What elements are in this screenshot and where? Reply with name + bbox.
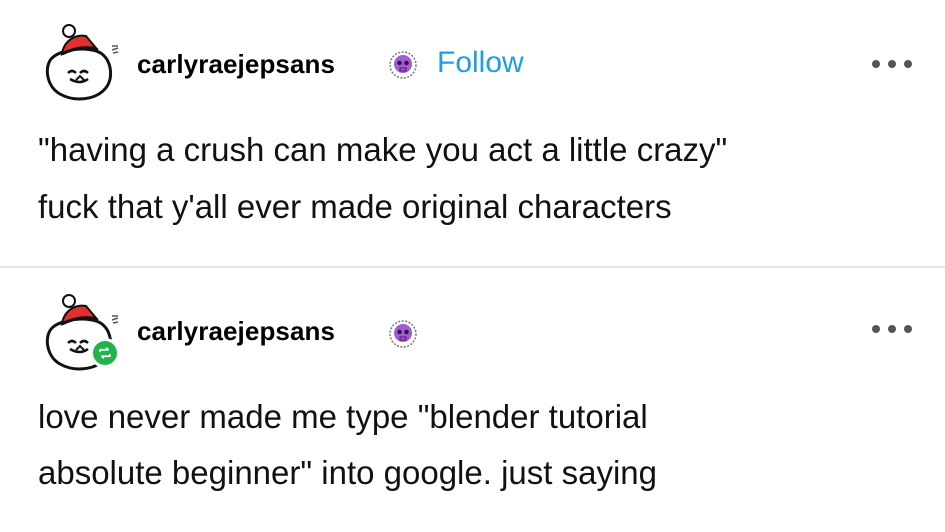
post-text-line: absolute beginner" into google. just say… (38, 454, 657, 491)
reblog-icon (90, 338, 120, 368)
follow-button[interactable]: Follow (437, 46, 524, 80)
post-username[interactable]: carlyraejepsans (137, 316, 335, 347)
post: carlyraejepsans love never made me type … (0, 268, 945, 532)
post-username[interactable]: carlyraejepsans (137, 49, 335, 80)
post: carlyraejepsans Follow "having a crush c… (0, 0, 945, 266)
avatar-group (0, 268, 130, 378)
post-text-line: "having a crush can make you act a littl… (38, 131, 728, 168)
purple-skull-badge-icon (389, 320, 417, 348)
purple-skull-badge-icon (389, 51, 417, 79)
post-text-line: love never made me type "blender tutoria… (38, 398, 648, 435)
more-options-icon[interactable] (872, 58, 916, 70)
post-text-line: fuck that y'all ever made original chara… (38, 188, 672, 225)
snowman-avatar-icon[interactable] (40, 18, 122, 104)
more-options-icon[interactable] (872, 323, 916, 335)
